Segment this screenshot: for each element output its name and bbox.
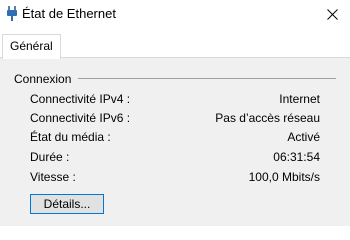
row-label: Connectivité IPv4 : <box>30 92 131 106</box>
close-icon <box>326 8 338 20</box>
row-media-state: État du média : Activé <box>30 130 320 146</box>
row-value: Pas d’accès réseau <box>215 111 320 125</box>
row-ipv6-connectivity: Connectivité IPv6 : Pas d’accès réseau <box>30 111 320 127</box>
close-button[interactable] <box>314 0 350 28</box>
row-label: Connectivité IPv6 : <box>30 111 131 125</box>
tab-panel-general: Connexion Connectivité IPv4 : Internet C… <box>0 57 350 226</box>
window-title: État de Ethernet <box>22 6 116 21</box>
row-ipv4-connectivity: Connectivité IPv4 : Internet <box>30 92 320 108</box>
tab-strip: Général <box>0 34 350 59</box>
row-value: Activé <box>287 130 320 144</box>
tab-general[interactable]: Général <box>2 34 61 59</box>
group-separator <box>78 78 336 79</box>
details-button[interactable]: Détails... <box>30 194 104 214</box>
ethernet-plug-icon <box>6 5 18 21</box>
row-value: 06:31:54 <box>273 150 320 164</box>
connection-group-label: Connexion <box>14 72 78 86</box>
row-label: État du média : <box>30 130 111 144</box>
row-duration: Durée : 06:31:54 <box>30 150 320 166</box>
title-bar: État de Ethernet <box>0 0 350 28</box>
row-label: Durée : <box>30 150 70 164</box>
row-value: Internet <box>279 92 320 106</box>
row-speed: Vitesse : 100,0 Mbits/s <box>30 170 320 186</box>
row-label: Vitesse : <box>30 170 76 184</box>
row-value: 100,0 Mbits/s <box>248 170 320 184</box>
